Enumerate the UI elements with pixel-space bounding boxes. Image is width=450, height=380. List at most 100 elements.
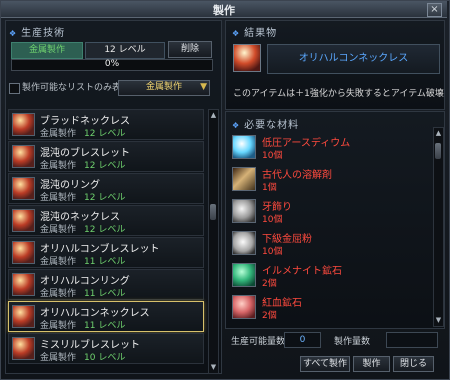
material-quantity: 1個: [262, 183, 277, 193]
recipe-item-name: オリハルコンリング: [40, 276, 130, 287]
recipe-item-level: 12 レベル: [84, 129, 126, 139]
material-name: 牙飾り: [262, 202, 292, 213]
material-name: 古代人の溶解剤: [262, 170, 332, 181]
recipe-item-name: オリハルコンネックレス: [40, 308, 150, 319]
recipe-item[interactable]: オリハルコンブレスレット 金属製作 11 レベル: [8, 237, 204, 268]
recipe-item[interactable]: ブラッドネックレス 金属製作 12 レベル: [8, 109, 204, 140]
recipe-item-level: 11 レベル: [84, 257, 126, 267]
recipe-item-category: 金属製作: [40, 129, 77, 139]
recipe-item-name: 混沌のネックレス: [40, 212, 120, 223]
recipe-item-level: 12 レベル: [84, 193, 126, 203]
necklace-icon[interactable]: [233, 44, 261, 72]
material-scroll-up-icon[interactable]: ▲: [434, 129, 443, 138]
recipe-item-name: オリハルコンブレスレット: [40, 244, 160, 255]
available-only-checkbox[interactable]: [9, 83, 20, 94]
skill-name-badge: 金属製作: [11, 42, 83, 59]
material-name: 下級金屈粉: [262, 234, 312, 245]
recipe-item-icon: [12, 177, 35, 200]
powder-icon[interactable]: [232, 231, 256, 255]
recipe-item[interactable]: 混沌のネックレス 金属製作 12 レベル: [8, 205, 204, 236]
result-item-name: オリハルコンネックレス: [267, 44, 440, 74]
recipe-item-subtitle: 金属製作 11 レベル: [40, 254, 125, 267]
scroll-up-arrow-icon[interactable]: ▲: [209, 111, 218, 120]
window-title: 製作: [213, 4, 235, 17]
green-ore-icon[interactable]: [232, 263, 256, 287]
materials-title: 必要な材料: [232, 116, 299, 131]
craft-all-button[interactable]: すべて製作: [300, 356, 350, 372]
recipe-item[interactable]: ミスリルブレスレット 金属製作 10 レベル: [8, 333, 204, 364]
material-quantity: 10個: [262, 215, 283, 225]
recipe-item-name: 混沌のブレスレット: [40, 148, 130, 159]
recipe-item-subtitle: 金属製作 12 レベル: [40, 190, 125, 203]
recipe-item[interactable]: 混沌のリング 金属製作 12 レベル: [8, 173, 204, 204]
recipe-item-subtitle: 金属製作 12 レベル: [40, 126, 125, 139]
recipe-item-category: 金属製作: [40, 289, 77, 299]
red-ore-icon[interactable]: [232, 295, 256, 319]
recipe-item-level: 12 レベル: [84, 225, 126, 235]
recipe-item-category: 金属製作: [40, 353, 77, 363]
craftable-count-value: 0: [284, 332, 321, 348]
delete-button[interactable]: 削除: [168, 41, 212, 58]
material-item[interactable]: 紅血鉱石 2個: [232, 292, 431, 321]
scroll-down-arrow-icon[interactable]: ▼: [209, 363, 218, 372]
material-quantity: 10個: [262, 247, 283, 257]
recipe-item-level: 11 レベル: [84, 289, 126, 299]
recipe-item-name: ミスリルブレスレット: [40, 340, 140, 351]
recipe-item-category: 金属製作: [40, 225, 77, 235]
result-title: 結果物: [232, 24, 277, 39]
recipe-item-subtitle: 金属製作 10 レベル: [40, 350, 125, 363]
material-quantity: 2個: [262, 279, 277, 289]
chevron-down-icon: ▼: [200, 82, 207, 92]
recipe-item-subtitle: 金属製作 11 レベル: [40, 318, 125, 331]
material-item[interactable]: イルメナイト鉱石 2個: [232, 260, 431, 289]
recipe-item-icon: [12, 241, 35, 264]
recipe-item-icon: [12, 113, 35, 136]
recipe-item-category: 金属製作: [40, 161, 77, 171]
materials-scrollbar[interactable]: ▲ ▼: [433, 127, 444, 327]
craft-button[interactable]: 製作: [353, 356, 390, 372]
material-quantity: 2個: [262, 311, 277, 321]
recipe-item-level: 11 レベル: [84, 321, 126, 331]
material-scroll-thumb[interactable]: [435, 143, 441, 159]
close-button[interactable]: 閉じる: [393, 356, 434, 372]
recipe-item-icon: [12, 145, 35, 168]
skill-progress-text: 0%: [104, 59, 120, 69]
material-item[interactable]: 古代人の溶解剤 1個: [232, 164, 431, 193]
production-skill-title: 生産技術: [9, 24, 65, 39]
recipe-list-scrollbar[interactable]: ▲ ▼: [208, 109, 219, 374]
recipe-item[interactable]: オリハルコンリング 金属製作 11 レベル: [8, 269, 204, 300]
recipe-item-name: 混沌のリング: [40, 180, 100, 191]
blue-crystal-icon[interactable]: [232, 135, 256, 159]
recipe-item[interactable]: オリハルコンネックレス 金属製作 11 レベル: [8, 301, 204, 332]
material-item[interactable]: 低圧アースディウム 10個: [232, 132, 431, 161]
material-name: イルメナイト鉱石: [262, 266, 342, 277]
recipe-item[interactable]: 混沌のブレスレット 金属製作 12 レベル: [8, 141, 204, 172]
recipe-item-icon: [12, 209, 35, 232]
recipe-item-name: ブラッドネックレス: [40, 116, 130, 127]
recipe-item-icon: [12, 273, 35, 296]
result-description: このアイテムは＋1強化から失敗するとアイテム破壊: [233, 89, 444, 99]
material-item[interactable]: 牙飾り 10個: [232, 196, 431, 225]
fang-icon[interactable]: [232, 199, 256, 223]
material-name: 低圧アースディウム: [262, 138, 351, 149]
recipe-item-level: 10 レベル: [84, 353, 126, 363]
craft-count-input[interactable]: [386, 332, 438, 348]
title-bar[interactable]: 製作 ×: [1, 1, 447, 18]
close-icon[interactable]: ×: [427, 3, 442, 17]
recipe-item-subtitle: 金属製作 11 レベル: [40, 286, 125, 299]
recipe-item-subtitle: 金属製作 12 レベル: [40, 158, 125, 171]
material-scroll-down-icon[interactable]: ▼: [434, 316, 443, 325]
recipe-item-icon: [12, 305, 35, 328]
skill-progress-bar: 0%: [11, 59, 213, 71]
craftable-count-label: 生産可能量数: [231, 337, 286, 347]
scroll-thumb[interactable]: [210, 204, 216, 220]
material-name: 紅血鉱石: [262, 298, 302, 309]
recipe-item-category: 金属製作: [40, 257, 77, 267]
category-filter-select[interactable]: 金属製作 ▼: [118, 80, 210, 96]
bottle-icon[interactable]: [232, 167, 256, 191]
material-item[interactable]: 下級金屈粉 10個: [232, 228, 431, 257]
category-filter-value: 金属製作: [145, 82, 182, 92]
recipe-item-category: 金属製作: [40, 193, 77, 203]
recipe-item-level: 12 レベル: [84, 161, 126, 171]
recipe-item-category: 金属製作: [40, 321, 77, 331]
